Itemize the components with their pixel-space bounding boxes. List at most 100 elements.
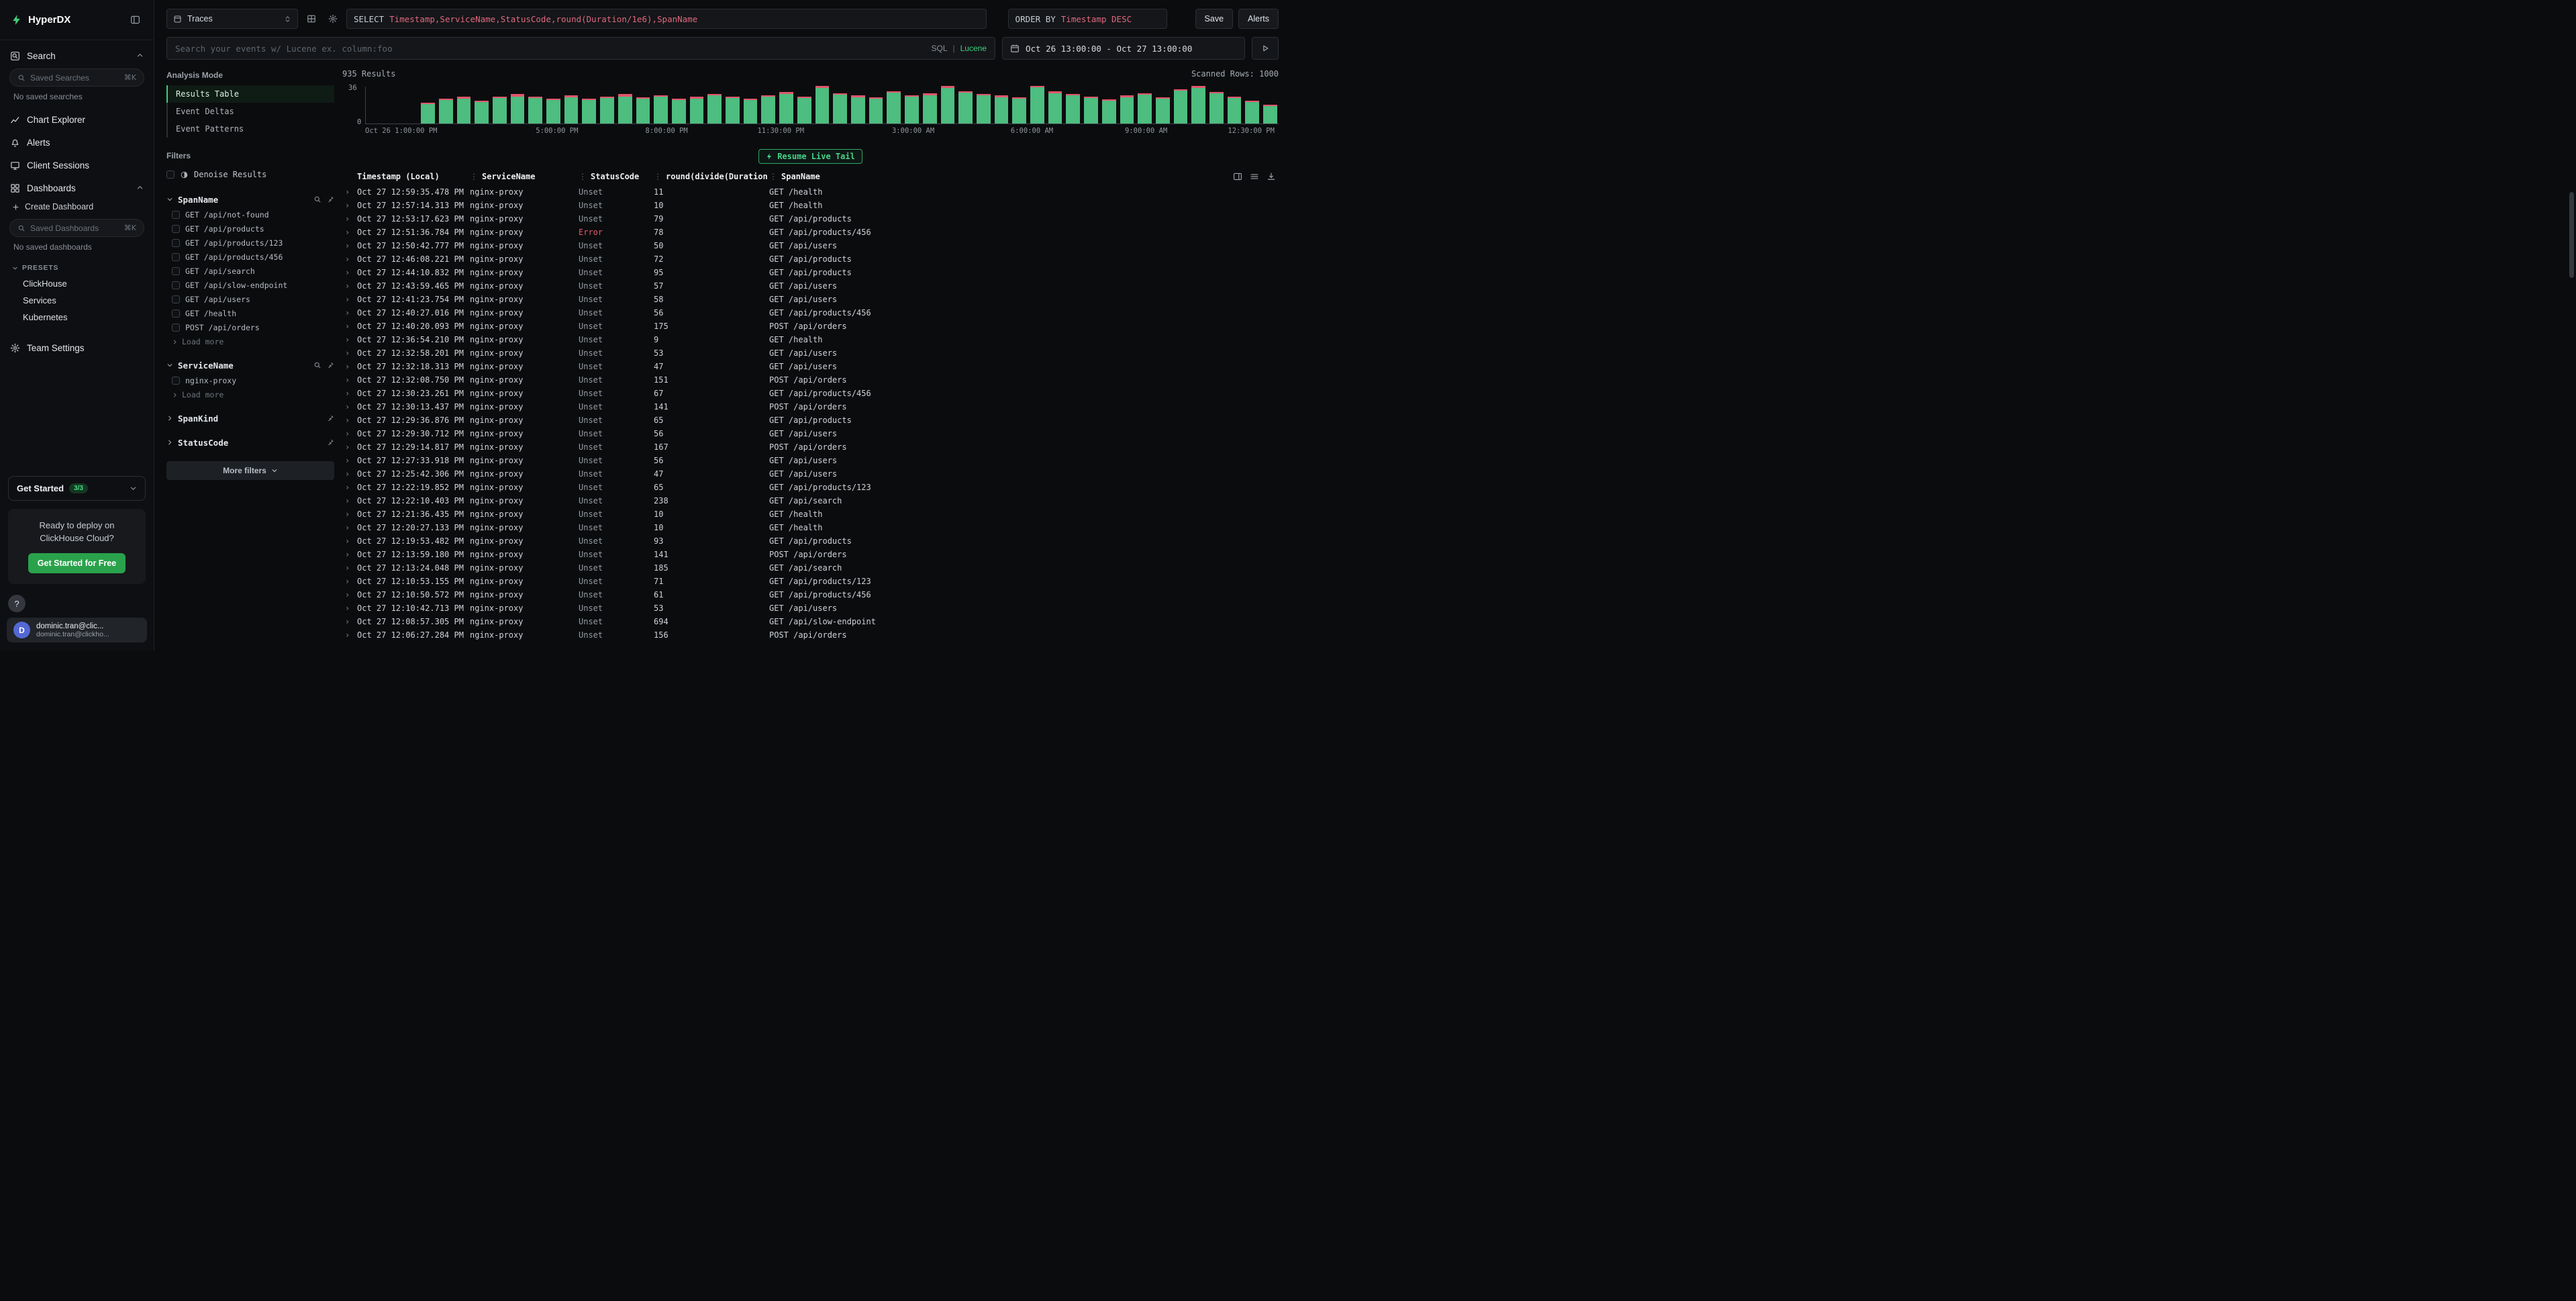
table-row[interactable]: ›Oct 27 12:57:14.313 PMnginx-proxyUnset1… [342,199,1279,212]
table-row[interactable]: ›Oct 27 12:59:35.478 PMnginx-proxyUnset1… [342,185,1279,199]
filter-checkbox[interactable] [172,225,180,233]
table-row[interactable]: ›Oct 27 12:10:42.713 PMnginx-proxyUnset5… [342,601,1279,615]
table-row[interactable]: ›Oct 27 12:40:20.093 PMnginx-proxyUnset1… [342,320,1279,333]
chevron-up-icon[interactable] [136,183,144,193]
histogram-bar[interactable] [493,97,507,124]
denoise-results-option[interactable]: Denoise Results [166,166,334,183]
expand-row-chevron-icon[interactable]: › [342,416,357,425]
histogram-bar[interactable] [707,94,722,124]
table-row[interactable]: ›Oct 27 12:41:23.754 PMnginx-proxyUnset5… [342,293,1279,306]
chevron-up-icon[interactable] [136,51,144,61]
table-row[interactable]: ›Oct 27 12:10:50.572 PMnginx-proxyUnset6… [342,588,1279,601]
histogram-bar[interactable] [475,101,489,124]
expand-row-chevron-icon[interactable]: › [342,214,357,224]
settings-gear-icon[interactable] [325,11,341,27]
histogram-bar[interactable] [977,94,991,124]
sidebar-item-alerts[interactable]: Alerts [0,131,154,154]
histogram-bar[interactable] [851,95,865,124]
magnifier-icon[interactable] [313,195,321,203]
column-header-servicename[interactable]: ⋮ ServiceName [470,172,579,181]
table-row[interactable]: ›Oct 27 12:27:33.918 PMnginx-proxyUnset5… [342,454,1279,467]
saved-dashboards-input[interactable]: Saved Dashboards ⌘K [9,219,144,237]
filter-option[interactable]: GET /api/users [166,292,334,306]
expand-row-chevron-icon[interactable]: › [342,322,357,331]
table-row[interactable]: ›Oct 27 12:46:08.221 PMnginx-proxyUnset7… [342,252,1279,266]
filter-option[interactable]: GET /api/products [166,222,334,236]
help-button[interactable]: ? [8,595,26,612]
table-row[interactable]: ›Oct 27 12:13:24.048 PMnginx-proxyUnset1… [342,561,1279,575]
histogram-bar[interactable] [1138,93,1152,124]
run-query-button[interactable] [1252,37,1279,60]
histogram-bar[interactable] [869,97,883,124]
table-row[interactable]: ›Oct 27 12:08:57.305 PMnginx-proxyUnset6… [342,615,1279,628]
expand-row-chevron-icon[interactable]: › [342,241,357,250]
collapse-sidebar-icon[interactable] [127,12,143,28]
column-header-spanname[interactable]: ⋮ SpanName [769,172,1279,181]
histogram-bar[interactable] [457,97,471,124]
lucene-mode-toggle[interactable]: Lucene [960,44,987,53]
sidebar-item-dashboards[interactable]: Dashboards [0,177,154,199]
expand-row-chevron-icon[interactable]: › [342,348,357,358]
filter-option[interactable]: GET /api/slow-endpoint [166,278,334,292]
filter-option[interactable]: GET /api/products/456 [166,250,334,264]
filter-option[interactable]: POST /api/orders [166,320,334,334]
expand-row-chevron-icon[interactable]: › [342,281,357,291]
order-by-input[interactable]: ORDER BY Timestamp DESC [1008,9,1167,29]
vertical-scrollbar[interactable] [2569,192,2574,278]
table-row[interactable]: ›Oct 27 12:51:36.784 PMnginx-proxyError7… [342,226,1279,239]
histogram-bar[interactable] [923,93,937,124]
histogram-bar[interactable] [546,99,560,124]
histogram-bar[interactable] [905,95,919,124]
histogram-bar[interactable] [887,91,901,124]
expand-row-chevron-icon[interactable]: › [342,254,357,264]
search-input[interactable] [175,44,926,54]
expand-row-chevron-icon[interactable]: › [342,536,357,546]
table-row[interactable]: ›Oct 27 12:53:17.623 PMnginx-proxyUnset7… [342,212,1279,226]
histogram-bar[interactable] [528,97,542,124]
expand-row-chevron-icon[interactable]: › [342,268,357,277]
table-row[interactable]: ›Oct 27 12:22:10.403 PMnginx-proxyUnset2… [342,494,1279,508]
histogram-bar[interactable] [1048,91,1062,124]
table-row[interactable]: ›Oct 27 12:43:59.465 PMnginx-proxyUnset5… [342,279,1279,293]
expand-row-chevron-icon[interactable]: › [342,402,357,412]
histogram-bar[interactable] [1228,97,1242,124]
histogram-bar[interactable] [1084,97,1098,124]
histogram-bar[interactable] [672,99,686,124]
table-row[interactable]: ›Oct 27 12:21:36.435 PMnginx-proxyUnset1… [342,508,1279,521]
denoise-checkbox[interactable] [166,171,175,179]
histogram-bar[interactable] [511,94,525,124]
mode-event-patterns[interactable]: Event Patterns [166,120,334,138]
column-resize-handle[interactable]: ⋮ [769,172,777,181]
resume-live-tail-button[interactable]: Resume Live Tail [758,149,862,164]
filter-checkbox[interactable] [172,239,180,247]
filter-checkbox[interactable] [172,253,180,261]
preset-item-kubernetes[interactable]: Kubernetes [0,309,154,326]
search-box[interactable]: SQL | Lucene [166,37,995,60]
filter-group-header[interactable]: SpanName [166,191,334,207]
expand-row-chevron-icon[interactable]: › [342,496,357,505]
column-header-duration[interactable]: ⋮ round(divide(Duration, [654,172,769,181]
saved-searches-input[interactable]: Saved Searches ⌘K [9,68,144,87]
expand-row-chevron-icon[interactable]: › [342,228,357,237]
histogram-bar[interactable] [726,97,740,124]
filter-checkbox[interactable] [172,267,180,275]
histogram-bar[interactable] [582,99,596,124]
expand-row-chevron-icon[interactable]: › [342,604,357,613]
expand-row-chevron-icon[interactable]: › [342,335,357,344]
source-select[interactable]: Traces [166,9,298,29]
filter-group-header[interactable]: ServiceName [166,357,334,373]
histogram-bar[interactable] [618,94,632,124]
histogram-bar[interactable] [421,103,435,124]
filter-group-header[interactable]: SpanKind [166,410,334,426]
sidebar-item-client-sessions[interactable]: Client Sessions [0,154,154,177]
filter-checkbox[interactable] [172,295,180,303]
expand-row-chevron-icon[interactable]: › [342,523,357,532]
presets-section-toggle[interactable]: PRESETS [0,258,154,275]
histogram-bar[interactable] [1156,97,1170,124]
histogram-bar[interactable] [1066,94,1080,124]
preset-item-clickhouse[interactable]: ClickHouse [0,275,154,292]
histogram-bar[interactable] [564,95,579,124]
mode-event-deltas[interactable]: Event Deltas [166,103,334,120]
table-row[interactable]: ›Oct 27 12:25:42.306 PMnginx-proxyUnset4… [342,467,1279,481]
preset-item-services[interactable]: Services [0,292,154,309]
